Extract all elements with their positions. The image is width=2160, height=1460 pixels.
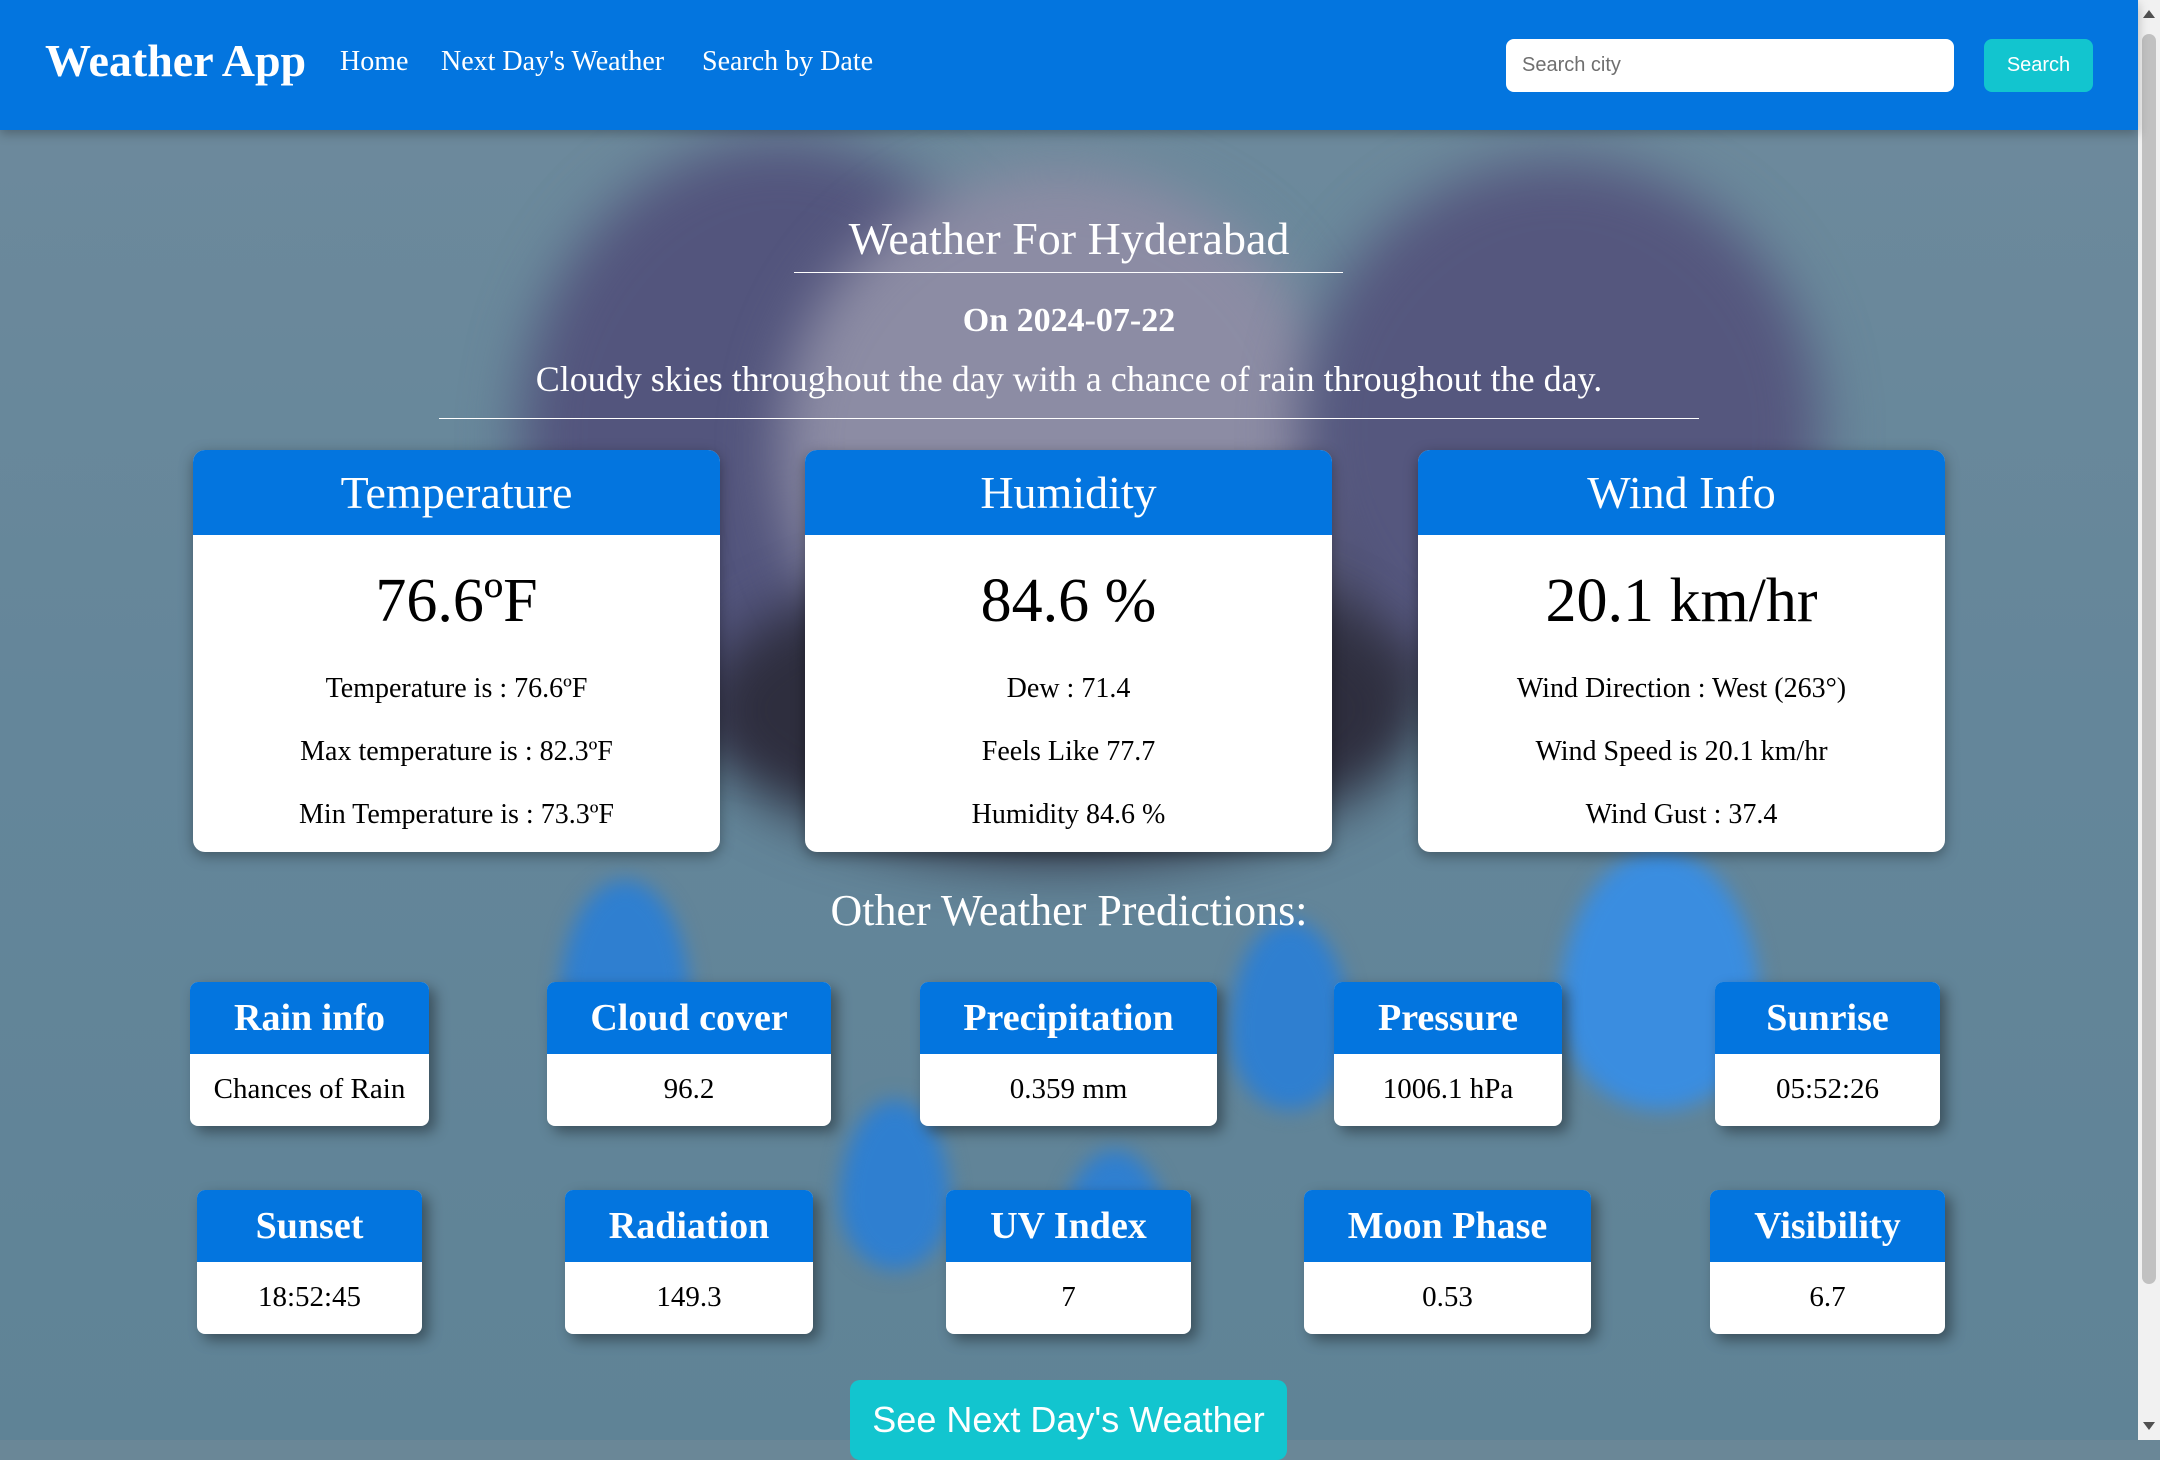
brand-logo[interactable]: Weather App — [45, 34, 306, 87]
humidity-card: Humidity 84.6 % Dew : 71.4 Feels Like 77… — [805, 450, 1332, 852]
scrollbar-thumb[interactable] — [2142, 34, 2156, 1284]
tile-value: 96.2 — [663, 1073, 715, 1105]
card-detail: Wind Gust : 37.4 — [1585, 799, 1778, 830]
forecast-date: On 2024-07-22 — [962, 302, 1176, 339]
weather-description: Cloudy skies throughout the day with a c… — [535, 359, 1603, 399]
description-divider — [439, 418, 1699, 419]
card-main-value: 20.1 km/hr — [1545, 567, 1818, 635]
title-divider — [794, 272, 1343, 273]
card-title: Humidity — [805, 450, 1332, 535]
prediction-tile-radiation: Radiation 149.3 — [565, 1190, 813, 1334]
page-scrollbar[interactable] — [2138, 0, 2160, 1440]
tile-label: Sunset — [197, 1190, 422, 1262]
tile-label: Sunrise — [1715, 982, 1940, 1054]
prediction-tile-rain: Rain info Chances of Rain — [190, 982, 429, 1126]
card-detail: Max temperature is : 82.3ºF — [300, 736, 613, 767]
card-detail: Feels Like 77.7 — [981, 736, 1156, 767]
card-detail: Temperature is : 76.6ºF — [325, 673, 588, 704]
card-detail: Wind Direction : West (263°) — [1516, 673, 1847, 704]
prediction-tile-sunrise: Sunrise 05:52:26 — [1715, 982, 1940, 1126]
prediction-tile-uv-index: UV Index 7 — [946, 1190, 1191, 1334]
prediction-tile-pressure: Pressure 1006.1 hPa — [1334, 982, 1562, 1126]
tile-value: 0.53 — [1422, 1281, 1473, 1313]
other-predictions-heading: Other Weather Predictions: — [830, 886, 1308, 935]
prediction-tile-sunset: Sunset 18:52:45 — [197, 1190, 422, 1334]
scroll-up-arrow-icon[interactable] — [2143, 10, 2155, 18]
nav-home-link[interactable]: Home — [340, 46, 408, 78]
tile-label: Rain info — [190, 982, 429, 1054]
tile-value: Chances of Rain — [213, 1073, 406, 1105]
card-detail: Dew : 71.4 — [1006, 673, 1131, 704]
card-title: Wind Info — [1418, 450, 1945, 535]
tile-label: Cloud cover — [547, 982, 831, 1054]
tile-label: Pressure — [1334, 982, 1562, 1054]
card-detail: Wind Speed is 20.1 km/hr — [1535, 736, 1828, 767]
tile-value: 7 — [1061, 1281, 1076, 1313]
wind-info-card: Wind Info 20.1 km/hr Wind Direction : We… — [1418, 450, 1945, 852]
main-content: Weather For Hyderabad On 2024-07-22 Clou… — [0, 130, 2138, 1460]
page-title: Weather For Hyderabad — [848, 213, 1290, 264]
scroll-down-arrow-icon[interactable] — [2143, 1422, 2155, 1430]
search-button[interactable]: Search — [1984, 39, 2093, 92]
tile-label: Moon Phase — [1304, 1190, 1591, 1262]
prediction-tile-precipitation: Precipitation 0.359 mm — [920, 982, 1217, 1126]
nav-next-day-link[interactable]: Next Day's Weather — [441, 46, 664, 78]
navbar: Weather App Home Next Day's Weather Sear… — [0, 0, 2138, 130]
prediction-tile-cloud-cover: Cloud cover 96.2 — [547, 982, 831, 1126]
tile-label: Visibility — [1710, 1190, 1945, 1262]
card-detail: Min Temperature is : 73.3ºF — [299, 799, 614, 830]
see-next-day-button[interactable]: See Next Day's Weather — [850, 1380, 1287, 1460]
tile-value: 05:52:26 — [1775, 1073, 1880, 1105]
nav-search-by-date-link[interactable]: Search by Date — [702, 46, 873, 78]
tile-label: Precipitation — [920, 982, 1217, 1054]
card-main-value: 76.6ºF — [375, 567, 538, 635]
tile-label: UV Index — [946, 1190, 1191, 1262]
card-main-value: 84.6 % — [980, 567, 1157, 635]
tile-value: 6.7 — [1809, 1281, 1846, 1313]
tile-label: Radiation — [565, 1190, 813, 1262]
prediction-tile-visibility: Visibility 6.7 — [1710, 1190, 1945, 1334]
tile-value: 1006.1 hPa — [1382, 1073, 1514, 1105]
tile-value: 18:52:45 — [257, 1281, 362, 1313]
tile-value: 0.359 mm — [1009, 1073, 1128, 1105]
search-city-input[interactable] — [1506, 39, 1954, 92]
tile-value: 149.3 — [656, 1281, 722, 1313]
card-title: Temperature — [193, 450, 720, 535]
card-detail: Humidity 84.6 % — [971, 799, 1166, 830]
temperature-card: Temperature 76.6ºF Temperature is : 76.6… — [193, 450, 720, 852]
prediction-tile-moon-phase: Moon Phase 0.53 — [1304, 1190, 1591, 1334]
